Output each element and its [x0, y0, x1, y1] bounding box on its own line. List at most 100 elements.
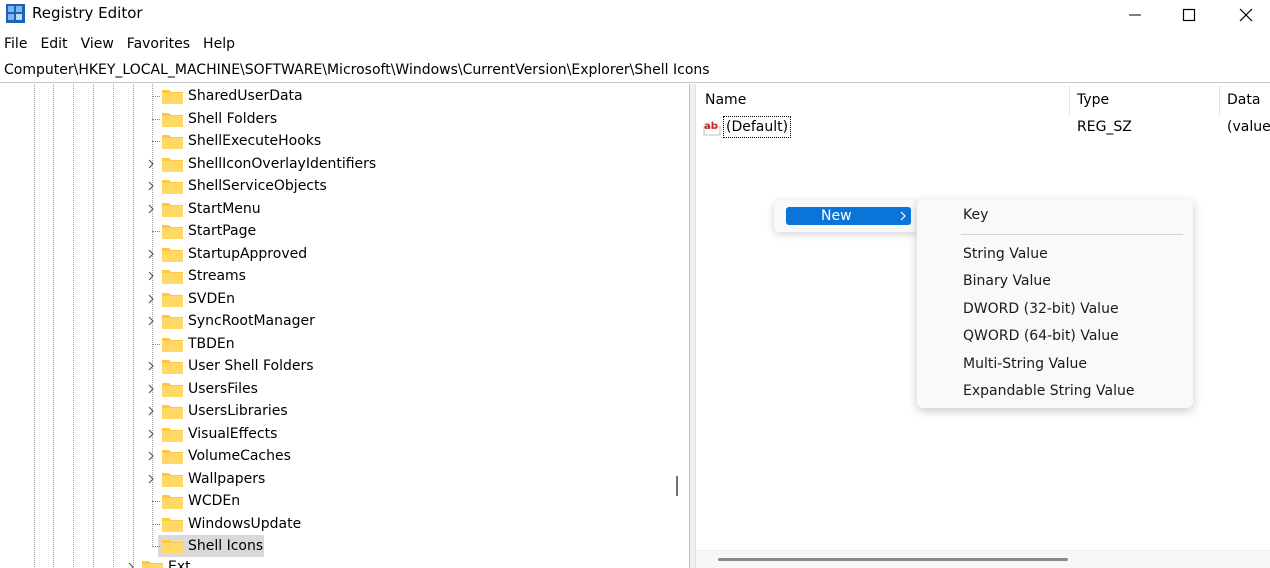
folder-icon: [142, 561, 163, 568]
pane-divider[interactable]: [689, 84, 696, 568]
tree-item-label: Wallpapers: [188, 470, 266, 487]
tree-item-partial[interactable]: Ext: [0, 556, 690, 568]
chevron-right-icon[interactable]: [146, 451, 156, 461]
address-bar[interactable]: Computer\HKEY_LOCAL_MACHINE\SOFTWARE\Mic…: [0, 59, 1270, 83]
close-icon: [1239, 8, 1253, 22]
submenu-string-value[interactable]: String Value: [963, 244, 1048, 264]
tree-item[interactable]: SharedUserData: [0, 85, 690, 108]
chevron-right-icon[interactable]: [146, 294, 156, 304]
chevron-right-icon[interactable]: [146, 249, 156, 259]
column-separator[interactable]: [1069, 86, 1070, 116]
submenu-expandable-string-value[interactable]: Expandable String Value: [963, 381, 1134, 401]
folder-icon: [162, 135, 183, 149]
column-header-type[interactable]: Type: [1077, 84, 1109, 116]
folder-icon: [162, 405, 183, 419]
menu-help[interactable]: Help: [198, 33, 240, 55]
tree-item[interactable]: WCDEn: [0, 490, 690, 513]
minimize-button[interactable]: [1106, 0, 1164, 30]
folder-icon: [162, 202, 183, 217]
tree-item[interactable]: WindowsUpdate: [0, 513, 690, 536]
chevron-right-icon: [128, 562, 134, 568]
chevron-right-icon[interactable]: [146, 204, 156, 214]
folder-icon: [162, 517, 183, 532]
folder-icon: [162, 90, 183, 104]
value-type: REG_SZ: [1077, 119, 1132, 135]
tree-item[interactable]: StartupApproved: [0, 243, 690, 266]
column-header-data[interactable]: Data: [1227, 84, 1260, 116]
new-menu-label: New: [821, 208, 852, 224]
chevron-right-icon[interactable]: [146, 474, 156, 484]
tree-item-label: Streams: [188, 268, 246, 284]
column-separator[interactable]: [1219, 86, 1220, 116]
menu-edit[interactable]: Edit: [35, 33, 72, 55]
new-menu-item[interactable]: New: [786, 207, 911, 225]
tree-item-label: SyncRootManager: [188, 313, 315, 329]
tree-item[interactable]: UsersLibraries: [0, 400, 690, 423]
tree-item-label: Ext: [168, 559, 191, 568]
tree-item[interactable]: ShellServiceObjects: [0, 175, 690, 198]
pane-splitter-grip[interactable]: [676, 476, 678, 496]
menu-favorites[interactable]: Favorites: [122, 33, 195, 55]
maximize-icon: [1182, 8, 1196, 22]
tree-item[interactable]: Wallpapers: [0, 468, 690, 491]
chevron-right-icon[interactable]: [146, 361, 156, 371]
tree-item[interactable]: StartMenu: [0, 198, 690, 221]
maximize-button[interactable]: [1160, 0, 1218, 30]
tree-item-label: WCDEn: [188, 493, 241, 509]
column-header-name[interactable]: Name: [705, 84, 746, 116]
tree-item[interactable]: SVDEn: [0, 288, 690, 311]
folder-icon: [162, 270, 183, 284]
tree-item[interactable]: SyncRootManager: [0, 310, 690, 333]
submenu-key[interactable]: Key: [963, 205, 988, 225]
tree-item-label: VolumeCaches: [188, 448, 291, 464]
tree-item-label: UsersFiles: [188, 380, 258, 397]
tree-item[interactable]: User Shell Folders: [0, 355, 690, 378]
tree-item-label: SharedUserData: [188, 88, 303, 104]
tree-item[interactable]: ShellIconOverlayIdentifiers: [0, 153, 690, 176]
key-tree-pane[interactable]: SharedUserData Shell Folders ShellExecuteH…: [0, 84, 690, 568]
chevron-right-icon[interactable]: [146, 429, 156, 439]
chevron-right-icon[interactable]: [146, 316, 156, 326]
submenu-dword-value[interactable]: DWORD (32-bit) Value: [963, 299, 1119, 319]
tree-connector: [152, 523, 160, 525]
tree-item[interactable]: VisualEffects: [0, 423, 690, 446]
tree-connector: [152, 141, 160, 142]
tree-item[interactable]: ShellExecuteHooks: [0, 130, 690, 153]
tree-item[interactable]: TBDEn: [0, 333, 690, 356]
tree-connector: [152, 546, 160, 547]
close-button[interactable]: [1217, 0, 1270, 30]
folder-icon: [162, 495, 183, 509]
tree-item[interactable]: Shell Icons: [0, 535, 690, 558]
folder-icon: [162, 225, 183, 239]
chevron-right-icon[interactable]: [146, 271, 156, 281]
tree-item[interactable]: VolumeCaches: [0, 445, 690, 468]
tree-item[interactable]: Shell Folders: [0, 108, 690, 131]
tree-item[interactable]: UsersFiles: [0, 378, 690, 401]
tree-item-label: VisualEffects: [188, 425, 278, 442]
chevron-right-icon[interactable]: [146, 159, 156, 169]
tree-item-label: Shell Icons: [188, 538, 264, 554]
svg-text:ab: ab: [704, 121, 718, 132]
submenu-qword-value[interactable]: QWORD (64-bit) Value: [963, 326, 1119, 346]
folder-icon: [162, 180, 183, 194]
tree-connector: [152, 96, 160, 97]
chevron-right-icon[interactable]: [146, 384, 156, 394]
horizontal-scrollbar-thumb[interactable]: [718, 558, 1068, 561]
tree-item-label: UsersLibraries: [188, 403, 288, 419]
menu-file[interactable]: File: [0, 33, 32, 55]
submenu-binary-value[interactable]: Binary Value: [963, 271, 1051, 291]
folder-icon: [162, 292, 183, 307]
chevron-right-icon[interactable]: [146, 406, 156, 416]
menu-bar: File Edit View Favorites Help: [0, 33, 243, 55]
tree-item-label: StartPage: [188, 223, 257, 239]
tree-item[interactable]: Streams: [0, 265, 690, 288]
folder-icon: [162, 472, 183, 487]
folder-icon: [162, 337, 183, 352]
value-row[interactable]: ab (Default) REG_SZ (value: [696, 116, 1270, 138]
menu-view[interactable]: View: [76, 33, 119, 55]
tree-item[interactable]: StartPage: [0, 220, 690, 243]
chevron-right-icon[interactable]: [146, 181, 156, 191]
tree-item-label: ShellExecuteHooks: [188, 133, 322, 149]
chevron-right-icon: [900, 211, 906, 221]
submenu-multi-string-value[interactable]: Multi-String Value: [963, 354, 1087, 374]
